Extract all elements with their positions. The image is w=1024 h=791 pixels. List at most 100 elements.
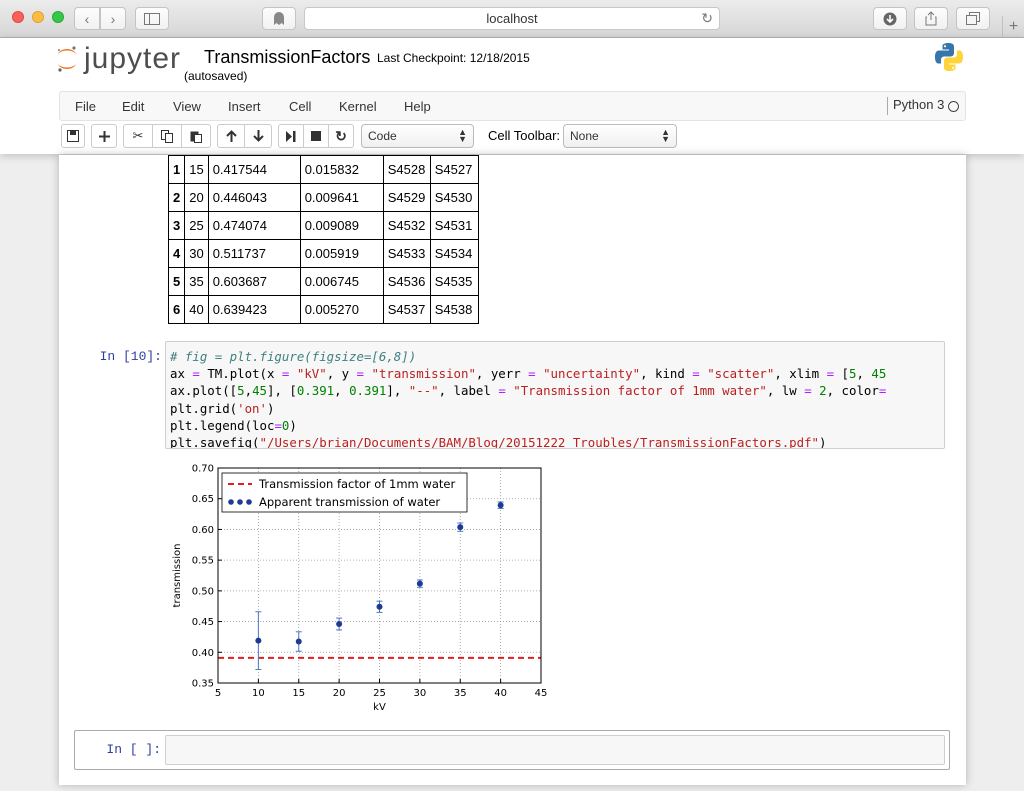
- table-cell: 0.603687: [207, 267, 301, 296]
- row-index: 4: [167, 239, 186, 268]
- move-up-button[interactable]: [217, 124, 245, 148]
- x-tick-label: 15: [292, 688, 305, 699]
- row-index: 2: [167, 183, 186, 212]
- restart-kernel-button[interactable]: ↻: [328, 124, 354, 148]
- stop-icon: [311, 131, 321, 141]
- dataframe-table: 1 15 0.417544 0.015832 S4528 S4527 2 20 0.446043…: [167, 155, 479, 324]
- data-point: [457, 524, 464, 531]
- data-point: [376, 603, 383, 610]
- copy-button[interactable]: [152, 124, 182, 148]
- cell-toolbar-select[interactable]: None ▲ ▼: [563, 124, 677, 148]
- table-row: 2 20 0.446043 0.009641 S4529 S4530: [167, 183, 479, 212]
- table-cell: 0.005270: [299, 295, 384, 324]
- table-cell: 25: [184, 211, 209, 240]
- table-cell: S4528: [382, 155, 431, 184]
- cell-toolbar-label: Cell Toolbar:: [488, 128, 561, 143]
- menu-bar: File Edit View Insert Cell Kernel Help P…: [59, 91, 966, 121]
- tabs-button[interactable]: [956, 7, 990, 30]
- table-cell: 40: [184, 295, 209, 324]
- table-cell: 0.009641: [299, 183, 384, 212]
- menu-insert[interactable]: Insert: [228, 99, 261, 114]
- y-tick-label: 0.35: [192, 679, 214, 690]
- y-tick-label: 0.50: [192, 586, 214, 597]
- sidebar-button[interactable]: [135, 7, 169, 30]
- code-line: plt.legend(loc=0): [170, 417, 297, 433]
- move-down-button[interactable]: [244, 124, 272, 148]
- table-cell: 0.005919: [299, 239, 384, 268]
- kernel-idle-icon: [948, 101, 959, 112]
- data-point: [336, 621, 343, 628]
- data-point: [295, 638, 302, 645]
- jupyter-logo-text: jupyter: [84, 42, 182, 75]
- tabs-overview-icon: [966, 12, 980, 25]
- row-index: 5: [167, 267, 186, 296]
- scissors-icon: ✂: [132, 128, 144, 143]
- x-axis-label: kV: [373, 702, 386, 713]
- x-tick-label: 40: [494, 688, 507, 699]
- save-icon: [67, 130, 79, 142]
- reload-icon[interactable]: ↻: [701, 10, 713, 27]
- y-tick-label: 0.70: [192, 464, 214, 475]
- arrow-down-icon: [252, 130, 264, 142]
- table-cell: 0.511737: [207, 239, 301, 268]
- privacy-button[interactable]: [262, 7, 296, 30]
- share-button[interactable]: [914, 7, 948, 30]
- share-icon: [925, 11, 937, 26]
- interrupt-kernel-button[interactable]: [303, 124, 329, 148]
- zoom-window-icon[interactable]: [52, 11, 64, 23]
- table-cell: S4529: [382, 183, 431, 212]
- code-line: plt.savefig("/Users/brian/Documents/BAM/…: [170, 435, 827, 449]
- code-line: ax = TM.plot(x = "kV", y = "transmission…: [170, 366, 887, 382]
- jupyter-logo[interactable]: jupyter: [56, 42, 181, 76]
- menu-view[interactable]: View: [173, 99, 201, 114]
- menu-kernel[interactable]: Kernel: [339, 99, 377, 114]
- table-cell: 0.006745: [299, 267, 384, 296]
- menu-help[interactable]: Help: [404, 99, 431, 114]
- table-cell: S4538: [429, 295, 479, 324]
- x-tick-label: 30: [414, 688, 427, 699]
- cell-prompt: In [10]:: [99, 349, 162, 364]
- insert-cell-button[interactable]: [91, 124, 117, 148]
- table-row: 6 40 0.639423 0.005270 S4537 S4538: [167, 295, 479, 324]
- cell-prompt: In [ ]:: [106, 742, 161, 757]
- cell-type-value: Code: [368, 129, 397, 143]
- table-cell: S4535: [429, 267, 479, 296]
- cut-button[interactable]: ✂: [123, 124, 153, 148]
- notebook-name[interactable]: TransmissionFactors: [204, 47, 370, 68]
- code-cell[interactable]: In [ ]:: [74, 730, 950, 770]
- save-button[interactable]: [61, 124, 85, 148]
- table-cell: S4527: [429, 155, 479, 184]
- y-tick-label: 0.40: [192, 648, 214, 659]
- code-editor[interactable]: # fig = plt.figure(figsize=[6,8]) ax = T…: [165, 341, 945, 449]
- legend-label: Transmission factor of 1mm water: [258, 477, 455, 491]
- paste-button[interactable]: [181, 124, 211, 148]
- downloads-button[interactable]: [873, 7, 907, 30]
- legend-point-marker: [237, 499, 243, 505]
- minimize-window-icon[interactable]: [32, 11, 44, 23]
- table-row: 1 15 0.417544 0.015832 S4528 S4527: [167, 155, 479, 184]
- table-row: 5 35 0.603687 0.006745 S4536 S4535: [167, 267, 479, 296]
- menu-cell[interactable]: Cell: [289, 99, 311, 114]
- sidebar-icon: [144, 12, 160, 25]
- cell-type-select[interactable]: Code ▲ ▼: [361, 124, 474, 148]
- table-row: 3 25 0.474074 0.009089 S4532 S4531: [167, 211, 479, 240]
- menu-file[interactable]: File: [75, 99, 96, 114]
- address-bar[interactable]: localhost ↻: [304, 7, 720, 30]
- back-button[interactable]: ‹: [74, 7, 100, 30]
- new-tab-button[interactable]: +: [1002, 16, 1024, 38]
- step-forward-icon: [286, 130, 296, 142]
- forward-button[interactable]: ›: [100, 7, 126, 30]
- code-editor[interactable]: [165, 735, 945, 765]
- close-window-icon[interactable]: [12, 11, 24, 23]
- x-tick-label: 25: [373, 688, 386, 699]
- browser-toolbar: ‹ › localhost ↻ +: [0, 0, 1024, 38]
- legend-label: Apparent transmission of water: [259, 495, 440, 509]
- table-cell: S4537: [382, 295, 431, 324]
- table-cell: 0.474074: [207, 211, 301, 240]
- code-cell[interactable]: In [10]: # fig = plt.figure(figsize=[6,8…: [74, 341, 952, 451]
- select-arrows-icon: ▲ ▼: [458, 127, 467, 144]
- run-cell-button[interactable]: [278, 124, 304, 148]
- menu-edit[interactable]: Edit: [122, 99, 144, 114]
- code-line: plt.grid('on'): [170, 400, 275, 416]
- copy-icon: [161, 129, 173, 143]
